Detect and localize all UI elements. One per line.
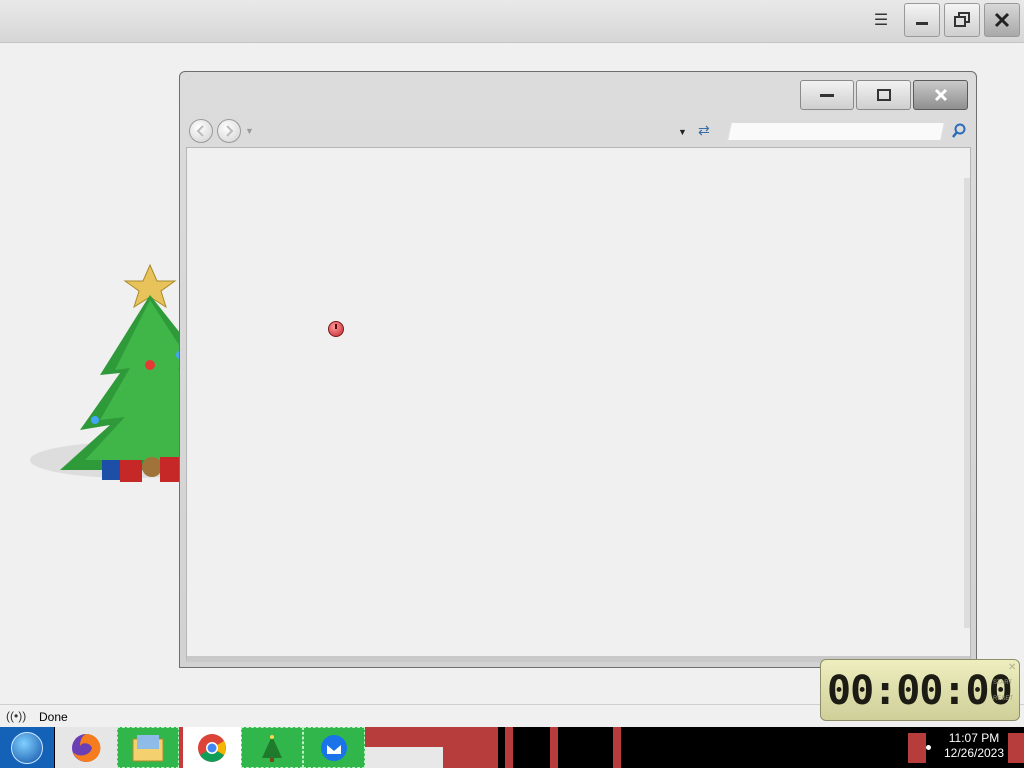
timer-gadget[interactable]: 00:00:00 START RESET ✕ <box>820 659 1020 721</box>
close-icon <box>994 12 1010 28</box>
clock-date: 12/26/2023 <box>943 746 1005 760</box>
status-text: Done <box>39 710 68 724</box>
minimize-icon <box>820 94 834 97</box>
vertical-scrollbar[interactable] <box>964 178 970 628</box>
taskbar-christmas-tree[interactable] <box>241 727 303 768</box>
taskbar-window-thumb[interactable] <box>365 727 443 768</box>
timer-close-icon[interactable]: ✕ <box>1008 662 1016 673</box>
hamburger-menu-icon[interactable]: ☰ <box>870 10 892 32</box>
taskbar-thunderbird[interactable] <box>303 727 365 768</box>
red-power-button-icon[interactable] <box>328 321 344 337</box>
back-button[interactable] <box>189 119 213 143</box>
explorer-window: ▼ ▼ ⇄ <box>179 71 977 668</box>
taskbar-firefox[interactable] <box>55 727 117 768</box>
close-icon <box>934 88 947 102</box>
thunderbird-icon <box>321 734 347 761</box>
chrome-icon <box>198 733 226 762</box>
restore-icon <box>954 12 970 27</box>
christmas-tree-icon <box>262 734 282 762</box>
forward-button[interactable] <box>217 119 241 143</box>
outer-close-button[interactable] <box>984 3 1020 37</box>
refresh-icon[interactable]: ⇄ <box>698 122 710 139</box>
show-desktop-button[interactable] <box>1008 733 1024 763</box>
search-input[interactable] <box>726 122 946 141</box>
inner-close-button[interactable] <box>913 80 968 110</box>
minimize-icon <box>916 22 928 25</box>
timer-reset-button[interactable]: RESET <box>993 696 1013 702</box>
taskbar-chrome[interactable] <box>179 727 241 768</box>
content-area[interactable] <box>186 147 971 662</box>
network-broadcast-icon: ((•)) <box>6 709 27 723</box>
outer-minimize-button[interactable] <box>904 3 940 37</box>
taskbar-slot[interactable] <box>505 727 513 768</box>
forward-arrow-icon <box>226 125 234 137</box>
taskbar-file-explorer[interactable] <box>117 727 179 768</box>
recent-pages-dropdown-icon[interactable]: ▼ <box>245 126 254 136</box>
back-arrow-icon <box>196 125 204 137</box>
outer-title-bar: ☰ <box>0 0 1024 43</box>
inner-maximize-button[interactable] <box>856 80 911 110</box>
taskbar-slot[interactable] <box>443 727 498 768</box>
taskbar-slot[interactable] <box>613 727 621 768</box>
timer-display: 00:00:00 <box>827 668 1013 714</box>
start-button[interactable] <box>0 727 54 768</box>
system-clock[interactable]: 11:07 PM 12/26/2023 <box>942 731 1006 761</box>
timer-start-button[interactable]: START <box>993 680 1012 686</box>
inner-minimize-button[interactable] <box>800 80 854 110</box>
address-dropdown-icon[interactable]: ▼ <box>678 127 687 137</box>
taskbar: 11:07 PM 12/26/2023 <box>0 727 1024 768</box>
clock-time: 11:07 PM <box>948 731 1000 745</box>
outer-restore-button[interactable] <box>944 3 980 37</box>
windows-start-orb-icon <box>11 731 43 764</box>
maximize-icon <box>876 89 891 101</box>
tray-indicator-icon[interactable] <box>926 745 931 750</box>
file-explorer-icon <box>132 734 164 761</box>
firefox-icon <box>72 733 101 762</box>
taskbar-slot[interactable] <box>550 727 558 768</box>
search-icon[interactable] <box>950 122 968 140</box>
tray-icon[interactable] <box>908 733 926 763</box>
